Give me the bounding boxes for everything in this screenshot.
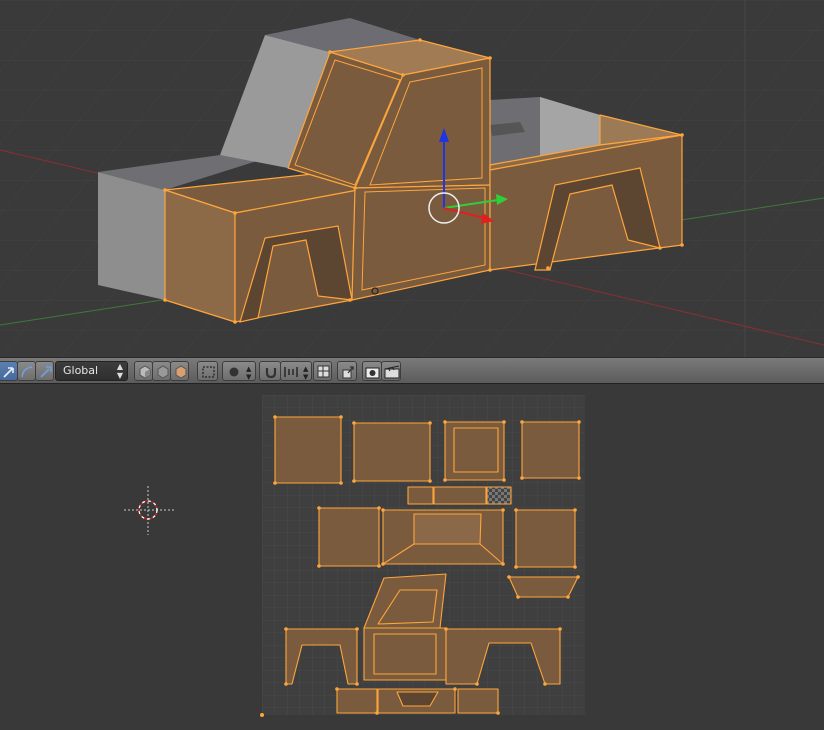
snap-toggle-button[interactable] — [259, 361, 281, 381]
manipulator-rotate-button[interactable] — [17, 361, 36, 381]
proportional-edit-select[interactable]: ▲ ▼ — [222, 361, 256, 381]
snap-element-select[interactable]: ▲ ▼ — [280, 361, 312, 381]
cube-material-icon — [175, 365, 187, 379]
view3d-header: Global ▲ ▼ ▲ ▼ ▲ ▼ — [0, 357, 824, 384]
transform-orientation-value: Global — [63, 364, 99, 377]
snap-target-icon — [317, 365, 330, 378]
manipulator-translate-button[interactable] — [0, 361, 18, 381]
crosshair-cursor-icon — [124, 486, 174, 535]
transform-orientation-select[interactable]: Global ▲ ▼ — [55, 361, 128, 381]
manipulator-scale-button[interactable] — [35, 361, 54, 381]
circle-icon: ▲▼ — [229, 365, 252, 381]
render-animation-button[interactable] — [381, 361, 401, 381]
snap-element-icon: ▲▼ — [284, 365, 309, 381]
clapper-icon — [384, 365, 400, 379]
3d-scene — [0, 0, 824, 357]
svg-text:▲: ▲ — [246, 365, 252, 373]
shading-material-button[interactable] — [170, 361, 189, 381]
uv-canvas — [124, 395, 585, 717]
occlude-geometry-button[interactable] — [197, 361, 218, 381]
svg-text:▼: ▼ — [246, 373, 252, 381]
scale-icon — [40, 366, 52, 378]
magnet-icon — [265, 368, 277, 379]
export-icon — [342, 366, 354, 379]
render-camera-button[interactable] — [362, 361, 382, 381]
shading-texture-button[interactable] — [152, 361, 171, 381]
svg-text:▲: ▲ — [303, 365, 309, 373]
box-select-icon — [202, 366, 215, 378]
camera-icon — [365, 367, 380, 379]
select-arrows-icon: ▲ ▼ — [116, 362, 123, 380]
export-button[interactable] — [337, 361, 357, 381]
3d-viewport[interactable] — [0, 0, 824, 357]
shading-solid-button[interactable] — [134, 361, 153, 381]
svg-text:▼: ▼ — [303, 373, 309, 381]
uv-image-editor[interactable] — [0, 384, 824, 730]
snap-target-button[interactable] — [313, 361, 332, 381]
